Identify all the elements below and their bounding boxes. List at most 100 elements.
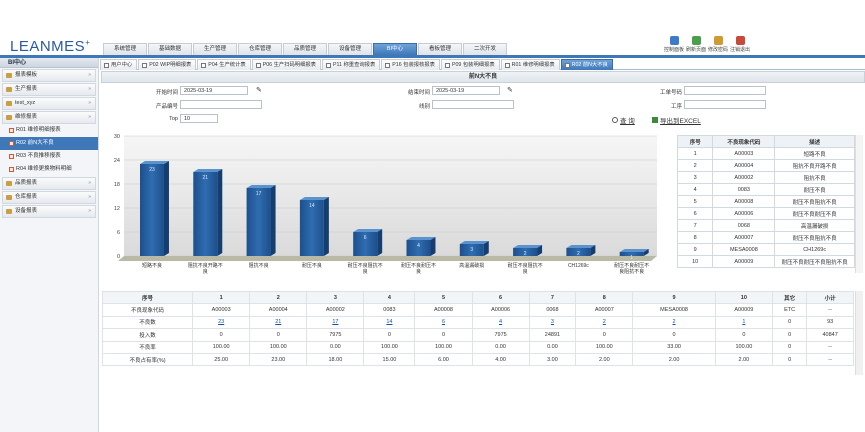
nav-tab[interactable]: 设备管理 — [328, 43, 372, 55]
table-cell: 100.00 — [363, 340, 416, 354]
table-cell: A00009 — [714, 303, 773, 317]
nav-tab[interactable]: 系统管理 — [103, 43, 147, 55]
bar-side — [377, 229, 383, 256]
sidebar-group[interactable]: 维修报表 » — [2, 111, 96, 124]
order-input[interactable] — [684, 86, 766, 95]
folder-icon — [6, 195, 12, 200]
start-time-input[interactable]: 2025-03-19 — [180, 86, 248, 95]
bar[interactable]: 14 — [299, 197, 329, 256]
logout-button[interactable]: 注销退出 — [726, 36, 754, 53]
bar-value-label: 14 — [309, 203, 315, 209]
page-tab[interactable]: P11 称重查询报表 — [321, 59, 381, 70]
line-input[interactable] — [432, 100, 514, 109]
defect-count-link[interactable]: 6 — [414, 315, 473, 330]
bar[interactable]: 4 — [406, 237, 436, 256]
sidebar-group[interactable]: test_xyz » — [2, 97, 96, 110]
page-tab[interactable]: P09 包装明细报表 — [440, 59, 500, 70]
defect-count-link[interactable]: 23 — [192, 315, 251, 330]
side-table-scrollbar[interactable] — [855, 135, 863, 273]
clear-icon[interactable]: ✎ — [507, 86, 513, 94]
defect-count-link[interactable]: 2 — [575, 315, 634, 330]
sidebar-item[interactable]: R03 不良推移报表 — [0, 150, 98, 163]
page-tab[interactable]: R02 前N大不良 — [560, 59, 613, 70]
bar[interactable]: 2 — [566, 245, 596, 257]
table-cell: 18.00 — [306, 352, 365, 367]
page-tab[interactable]: P02 WIP明细报表 — [138, 59, 197, 70]
defect-count-link[interactable]: 3 — [528, 315, 577, 330]
bar[interactable]: 21 — [193, 169, 223, 256]
defect-count-link[interactable]: 4 — [471, 315, 530, 330]
table-cell: 高温漏破损 — [774, 219, 855, 232]
table-cell: 8 — [676, 231, 714, 244]
sidebar-item[interactable]: R01 维修明细报表 — [0, 124, 98, 137]
bar[interactable]: 6 — [353, 229, 383, 256]
bar-value-label: 2 — [524, 251, 527, 257]
sidebar-group[interactable]: 生产报表 » — [2, 83, 96, 96]
sidebar-group-label: 设备报表 — [15, 208, 38, 214]
defect-count-link[interactable]: 17 — [306, 315, 365, 330]
bar[interactable]: 23 — [139, 161, 169, 256]
table-row: 6 A00006 耐压不良耐压不良 — [676, 207, 855, 220]
sidebar-group[interactable]: 报表模板 » — [2, 69, 96, 82]
x-tick-label: 短路不良 — [142, 262, 162, 269]
page-tab[interactable]: P16 包装报核报表 — [381, 59, 440, 70]
station-input[interactable] — [684, 100, 766, 109]
sidebar-item[interactable]: R04 维修更换物料明细 — [0, 163, 98, 176]
summary-table: 序号 1 2 3 4 5 6 7 8 9 10 其它 小计 不良现象代码 A00003 A00004 A000… — [101, 290, 854, 367]
table-cell: 短路不良 — [774, 147, 855, 160]
sidebar-group[interactable]: 设备报表 » — [2, 205, 96, 218]
sidebar-group-label: 品质报表 — [15, 180, 38, 186]
clear-icon[interactable]: ✎ — [256, 86, 262, 94]
end-time-input[interactable]: 2025-03-19 — [432, 86, 500, 95]
tab-icon — [504, 62, 510, 68]
table-cell: -- — [806, 352, 854, 367]
table-cell: A00004 — [712, 159, 776, 172]
sidebar-group-label: 报表模板 — [15, 72, 38, 78]
sidebar-group[interactable]: 品质报表 » — [2, 177, 96, 190]
defect-count-link[interactable]: 2 — [632, 315, 716, 330]
sidebar: BI中心 报表模板 » 生产报表 » test_xyz » 维修报表 » R01 维修明细报表 R… — [0, 58, 99, 432]
table-cell: 0 — [771, 340, 808, 354]
refresh-icon — [691, 36, 701, 45]
nav-tab[interactable]: 看板管理 — [418, 43, 462, 55]
nav-tab[interactable]: 生产管理 — [193, 43, 237, 55]
table-cell: A00008 — [712, 195, 776, 208]
table-cell: 25.00 — [192, 352, 251, 367]
bar-face — [193, 172, 218, 256]
bar-value-label: 3 — [470, 247, 473, 253]
export-button[interactable]: 导出到EXCEL — [652, 115, 701, 125]
page-tab[interactable]: P06 生产扫码明细报表 — [251, 59, 321, 70]
table-cell: 0 — [575, 328, 634, 342]
defect-count-link[interactable]: 1 — [714, 315, 773, 330]
defect-count-link[interactable]: 14 — [363, 315, 416, 330]
defect-count-link[interactable]: 21 — [249, 315, 308, 330]
nav-tab[interactable]: 仓库管理 — [238, 43, 282, 55]
report-icon — [9, 141, 14, 146]
top-input[interactable]: 10 — [180, 114, 218, 123]
bar-value-label: 2 — [577, 251, 580, 257]
sidebar-group[interactable]: 仓库报表 » — [2, 191, 96, 204]
table-cell: A00003 — [192, 303, 251, 317]
summary-scrollbar[interactable] — [855, 291, 863, 375]
tab-icon — [325, 62, 331, 68]
nav-tab[interactable]: 品质管理 — [283, 43, 327, 55]
table-cell: A00006 — [712, 207, 776, 220]
bar[interactable]: 17 — [246, 185, 276, 256]
page-tab-label: P16 包装报核报表 — [392, 62, 435, 68]
nav-tab[interactable]: BI中心 — [373, 43, 417, 55]
bar[interactable]: 3 — [459, 241, 489, 256]
nav-tab[interactable]: 二次开发 — [463, 43, 507, 55]
bar[interactable]: 2 — [513, 245, 543, 257]
table-cell: 100.00 — [414, 340, 473, 354]
page-tab[interactable]: R01 维修明细报表 — [500, 59, 560, 70]
page-tab[interactable]: 用户中心 — [100, 59, 138, 70]
sidebar-item[interactable]: R02 前N大不良 — [0, 137, 98, 150]
table-cell: 100.00 — [249, 340, 308, 354]
query-button[interactable]: 查 询 — [612, 115, 635, 125]
x-tick-label: 高温漏破损 — [459, 262, 484, 269]
x-tick-label: 良 — [416, 268, 421, 275]
table-row: 不良现象代码 A00003 A00004 A00002 0083 A00008 A00006… — [101, 303, 854, 317]
nav-tab[interactable]: 基础数据 — [148, 43, 192, 55]
product-input[interactable] — [180, 100, 262, 109]
page-tab[interactable]: P04 生产统计表 — [197, 59, 251, 70]
